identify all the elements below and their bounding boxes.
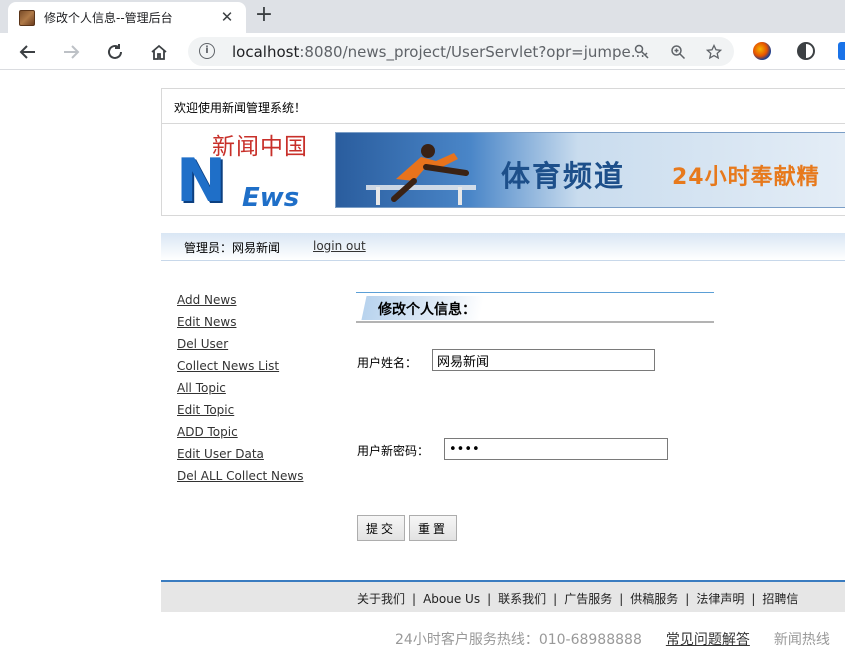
browser-tab-active[interactable]: 修改个人信息--管理后台 ✕ <box>8 2 246 33</box>
new-tab-icon[interactable]: + <box>252 4 276 28</box>
news-hotline-text: 新闻热线 <box>773 632 830 647</box>
back-icon[interactable] <box>15 39 41 65</box>
site-logo: 新闻中国 N Ews <box>176 127 328 216</box>
logo-chinese-text: 新闻中国 <box>212 134 308 160</box>
footer-bar: 关于我们 | Aboue Us | 联系我们 | 广告服务 | 供稿服务 | 法律声明 | 招聘信 <box>161 580 845 612</box>
tab-title: 修改个人信息--管理后台 <box>44 11 173 25</box>
footer-link-about[interactable]: 关于我们 <box>357 592 405 606</box>
side-nav: Add News Edit News Del User Collect News… <box>177 291 303 489</box>
extension-firefox-icon[interactable] <box>753 42 771 60</box>
site-info-icon[interactable]: i <box>199 43 215 59</box>
username-label: 用户姓名： <box>357 356 418 370</box>
reload-icon[interactable] <box>102 39 128 65</box>
browser-toolbar: i localhost:8080/news_project/UserServle… <box>0 33 845 70</box>
footer-link-ads[interactable]: 广告服务 <box>564 592 612 606</box>
form-title: 修改个人信息： <box>378 302 476 318</box>
url-host: localhost <box>232 43 300 61</box>
nav-edit-user-data[interactable]: Edit User Data <box>177 445 303 467</box>
banner-title: 体育频道 <box>501 159 626 193</box>
nav-all-topic[interactable]: All Topic <box>177 379 303 401</box>
nav-collect-news-list[interactable]: Collect News List <box>177 357 303 379</box>
extension-circle-icon[interactable] <box>797 42 815 60</box>
form-title-bar: 修改个人信息： <box>356 292 714 323</box>
username-input[interactable] <box>432 349 655 371</box>
submit-button[interactable]: 提交 <box>357 515 405 541</box>
nav-edit-topic[interactable]: Edit Topic <box>177 401 303 423</box>
address-url[interactable]: localhost:8080/news_project/UserServlet?… <box>232 43 645 61</box>
site-header: 新闻中国 N Ews 体育频道 24小时奉献精 <box>161 124 845 216</box>
bookmark-star-icon[interactable] <box>704 42 724 62</box>
footer-link-about-en[interactable]: Aboue Us <box>423 592 480 606</box>
key-icon[interactable] <box>632 42 652 62</box>
password-input[interactable] <box>444 438 668 460</box>
zoom-icon[interactable] <box>668 42 688 62</box>
sports-banner: 体育频道 24小时奉献精 <box>335 132 845 208</box>
logo-ews-text: Ews <box>242 183 300 213</box>
nav-add-topic[interactable]: ADD Topic <box>177 423 303 445</box>
nav-add-news[interactable]: Add News <box>177 291 303 313</box>
address-bar[interactable]: i localhost:8080/news_project/UserServle… <box>188 37 734 66</box>
hotline-text: 24小时客户服务热线：010-68988888 <box>395 632 642 647</box>
nav-del-user[interactable]: Del User <box>177 335 303 357</box>
logo-n-letter: N <box>176 146 227 216</box>
footer-link-contact[interactable]: 联系我们 <box>498 592 546 606</box>
nav-del-all-collect-news[interactable]: Del ALL Collect News <box>177 467 303 489</box>
welcome-text: 欢迎使用新闻管理系统！ <box>174 101 307 115</box>
footer-links: 关于我们 | Aboue Us | 联系我们 | 广告服务 | 供稿服务 | 法律声明 | 招聘信 <box>357 592 799 606</box>
footer-link-legal[interactable]: 法律声明 <box>696 592 744 606</box>
logout-link[interactable]: login out <box>313 239 366 253</box>
footer-link-jobs[interactable]: 招聘信 <box>762 592 798 606</box>
nav-edit-news[interactable]: Edit News <box>177 313 303 335</box>
browser-tabbar: 修改个人信息--管理后台 ✕ + <box>0 0 845 33</box>
admin-bar: 管理员：网易新闻 login out <box>161 233 845 261</box>
page-content: 欢迎使用新闻管理系统！ 新闻中国 N Ews 体育频道 24小时奉献精 管理员：… <box>0 71 845 647</box>
welcome-bar: 欢迎使用新闻管理系统！ <box>161 88 845 124</box>
url-path: :8080/news_project/UserServlet?opr=jumpe… <box>299 43 646 61</box>
forward-icon[interactable] <box>58 39 84 65</box>
password-label: 用户新密码： <box>357 444 430 458</box>
extension-square-icon[interactable] <box>838 42 845 60</box>
faq-link[interactable]: 常见问题解答 <box>666 632 750 647</box>
hotline-row: 24小时客户服务热线：010-68988888 常见问题解答 新闻热线 <box>395 629 830 647</box>
admin-label: 管理员：网易新闻 <box>184 241 281 255</box>
reset-button[interactable]: 重置 <box>409 515 457 541</box>
footer-link-contribute[interactable]: 供稿服务 <box>630 592 678 606</box>
tab-close-icon[interactable]: ✕ <box>217 7 237 27</box>
tab-favicon-icon <box>19 9 35 26</box>
home-icon[interactable] <box>146 39 172 65</box>
hurdler-image-icon <box>366 144 476 205</box>
banner-subtitle: 24小时奉献精 <box>672 165 820 190</box>
